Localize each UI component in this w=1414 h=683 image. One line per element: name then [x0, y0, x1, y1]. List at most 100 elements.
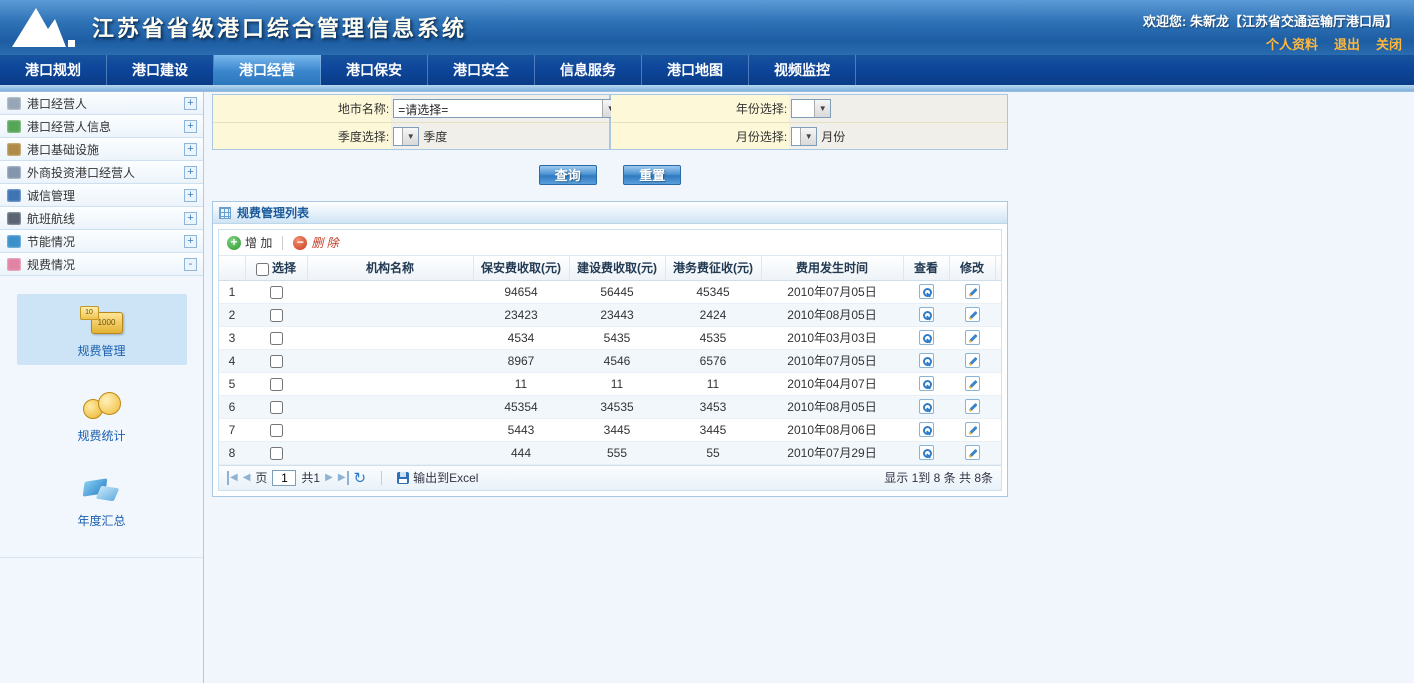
reset-button[interactable]: 重置 — [623, 165, 681, 185]
construction-fee-cell: 3445 — [569, 418, 665, 441]
query-button[interactable]: 查询 — [539, 165, 597, 185]
edit-icon[interactable] — [965, 307, 980, 322]
sidebar-item[interactable]: 节能情况+ — [0, 230, 203, 253]
infrastructure-icon — [7, 143, 21, 156]
expand-icon[interactable]: + — [184, 166, 197, 179]
first-page-icon[interactable]: ◀ — [227, 471, 238, 485]
edit-icon[interactable] — [965, 353, 980, 368]
export-excel-button[interactable]: 输出到Excel — [397, 469, 478, 486]
column-label: 建设费收取(元) — [569, 256, 665, 280]
nav-tab[interactable]: 视频监控 — [749, 55, 856, 85]
view-icon[interactable] — [919, 445, 934, 460]
row-checkbox[interactable] — [270, 424, 283, 437]
expand-icon[interactable]: + — [184, 235, 197, 248]
select-all-checkbox[interactable] — [256, 263, 269, 276]
view-icon[interactable] — [919, 307, 934, 322]
sidebar-item[interactable]: 规费情况- — [0, 253, 203, 276]
nav-tab[interactable]: 港口地图 — [642, 55, 749, 85]
edit-icon[interactable] — [965, 445, 980, 460]
sidebar-item-label: 规费情况 — [27, 256, 184, 273]
sidebar-item[interactable]: 航班航线+ — [0, 207, 203, 230]
column-label: 港务费征收(元) — [665, 256, 761, 280]
security-fee-cell: 45354 — [473, 395, 569, 418]
next-page-icon[interactable]: ▶ — [325, 471, 333, 485]
sidebar-item-label: 航班航线 — [27, 210, 184, 227]
collapse-icon[interactable]: - — [184, 258, 197, 271]
column-label: 选择 — [272, 261, 296, 275]
port-fee-cell: 11 — [665, 372, 761, 395]
logout-link[interactable]: 退出 — [1334, 37, 1360, 52]
nav-tab[interactable]: 港口保安 — [321, 55, 428, 85]
sidebar-subitem[interactable]: 年度汇总 — [17, 464, 187, 535]
close-link[interactable]: 关闭 — [1376, 37, 1402, 52]
row-checkbox[interactable] — [270, 378, 283, 391]
city-select[interactable]: =请选择= ▼ — [393, 99, 619, 118]
row-number: 3 — [219, 326, 245, 349]
sidebar-item-label: 港口经营人 — [27, 95, 184, 112]
sidebar-item[interactable]: 港口经营人+ — [0, 92, 203, 115]
sidebar-item-label: 港口基础设施 — [27, 141, 184, 158]
expand-icon[interactable]: + — [184, 189, 197, 202]
port-fee-cell: 2424 — [665, 303, 761, 326]
row-select-cell — [245, 326, 307, 349]
expand-icon[interactable]: + — [184, 143, 197, 156]
column-label: 费用发生时间 — [761, 256, 903, 280]
edit-icon[interactable] — [965, 284, 980, 299]
nav-tab[interactable]: 港口安全 — [428, 55, 535, 85]
row-checkbox[interactable] — [270, 447, 283, 460]
sidebar-submenu: 规费管理规费统计年度汇总 — [0, 276, 203, 558]
expand-icon[interactable]: + — [184, 212, 197, 225]
expand-icon[interactable]: + — [184, 97, 197, 110]
city-label: 地市名称: — [213, 95, 391, 122]
view-icon[interactable] — [919, 353, 934, 368]
edit-icon[interactable] — [965, 422, 980, 437]
edit-icon[interactable] — [965, 330, 980, 345]
nav-tab[interactable]: 信息服务 — [535, 55, 642, 85]
last-page-icon[interactable]: ▶ — [338, 471, 349, 485]
delete-button[interactable]: − 删 除 — [293, 234, 338, 251]
expand-icon[interactable]: + — [184, 120, 197, 133]
view-icon[interactable] — [919, 422, 934, 437]
pagination: ◀ ◀ 页 共1 ▶ ▶ ↻ 输出到Excel 显示 1到 8 条 共 — [219, 465, 1001, 490]
month-select[interactable]: ▼ — [791, 127, 817, 146]
fee-date-cell: 2010年07月05日 — [761, 280, 903, 303]
edit-cell — [949, 441, 995, 464]
sidebar-item-label: 外商投资港口经营人 — [27, 164, 184, 181]
row-number: 7 — [219, 418, 245, 441]
edit-icon[interactable] — [965, 399, 980, 414]
edit-icon[interactable] — [965, 376, 980, 391]
view-icon[interactable] — [919, 330, 934, 345]
row-checkbox[interactable] — [270, 332, 283, 345]
sidebar-subitem[interactable]: 规费管理 — [17, 294, 187, 365]
nav-tabs: 港口规划港口建设港口经营港口保安港口安全信息服务港口地图视频监控 — [0, 55, 1414, 85]
prev-page-icon[interactable]: ◀ — [243, 471, 251, 485]
sidebar-item[interactable]: 港口经营人信息+ — [0, 115, 203, 138]
nav-tab[interactable]: 港口建设 — [107, 55, 214, 85]
refresh-icon[interactable]: ↻ — [354, 469, 367, 487]
sidebar-subitem-label: 规费管理 — [77, 342, 125, 359]
panel-title: 规费管理列表 — [237, 204, 309, 221]
sidebar-item[interactable]: 诚信管理+ — [0, 184, 203, 207]
sidebar-item[interactable]: 外商投资港口经营人+ — [0, 161, 203, 184]
nav-tab[interactable]: 港口规划 — [0, 55, 107, 85]
row-checkbox[interactable] — [270, 286, 283, 299]
header-links: 个人资料 退出 关闭 — [1250, 34, 1402, 54]
row-checkbox[interactable] — [270, 355, 283, 368]
profile-link[interactable]: 个人资料 — [1266, 37, 1318, 52]
row-checkbox[interactable] — [270, 401, 283, 414]
quarter-select[interactable]: ▼ — [393, 127, 419, 146]
view-icon[interactable] — [919, 376, 934, 391]
row-number: 2 — [219, 303, 245, 326]
sidebar-subitem[interactable]: 规费统计 — [17, 379, 187, 450]
fees-icon — [7, 258, 21, 271]
page-input[interactable] — [272, 470, 296, 486]
view-icon[interactable] — [919, 399, 934, 414]
add-button[interactable]: + 增 加 — [227, 234, 272, 251]
view-icon[interactable] — [919, 284, 934, 299]
fee-date-cell: 2010年03月03日 — [761, 326, 903, 349]
year-select[interactable]: ▼ — [791, 99, 831, 118]
nav-tab[interactable]: 港口经营 — [214, 55, 321, 85]
row-checkbox[interactable] — [270, 309, 283, 322]
sidebar-item[interactable]: 港口基础设施+ — [0, 138, 203, 161]
sidebar-item-label: 诚信管理 — [27, 187, 184, 204]
